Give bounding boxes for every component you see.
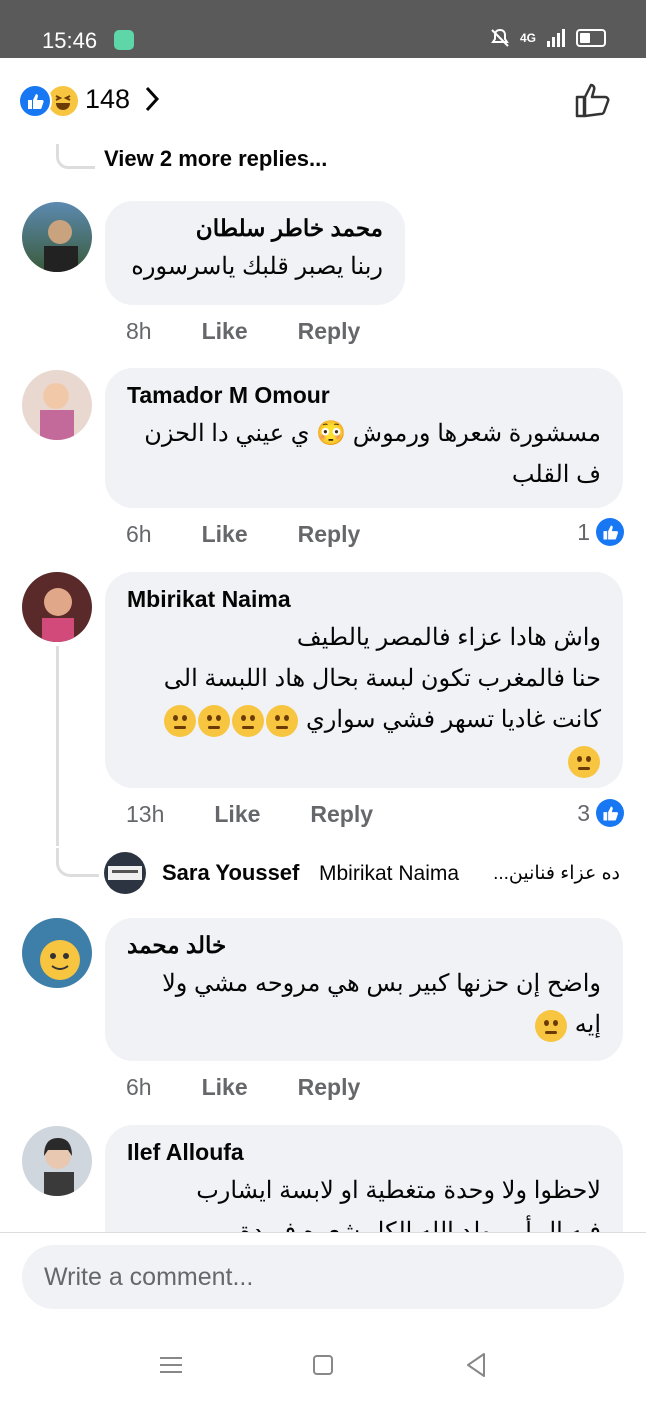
- comment-text: كانت غاديا تسهر فشي سواري: [305, 706, 601, 733]
- thinking-emoji-icon: [198, 704, 231, 737]
- comment-author[interactable]: Tamador M Omour: [127, 382, 601, 409]
- like-link[interactable]: Like: [214, 801, 260, 828]
- comment-author[interactable]: خالد محمد: [127, 932, 601, 959]
- like-icon: [18, 84, 52, 118]
- thread-connector: [56, 848, 99, 877]
- comment-time: 6h: [126, 521, 152, 547]
- system-navigation-bar: [0, 1330, 646, 1400]
- comment-text-with-emoji: كانت غاديا تسهر فشي سواري: [127, 699, 601, 740]
- like-link[interactable]: Like: [202, 1074, 248, 1101]
- comment-bubble[interactable]: خالد محمد واضح إن حزنها كبير بس هي مروحه…: [105, 918, 623, 1061]
- avatar[interactable]: [22, 1126, 92, 1196]
- back-icon[interactable]: [462, 1350, 492, 1380]
- thinking-emoji-icon: [266, 704, 299, 737]
- thinking-emoji-icon: [535, 1009, 568, 1042]
- battery-icon: [576, 29, 606, 47]
- reactions-bar[interactable]: 148: [0, 58, 646, 142]
- mute-icon: [491, 28, 509, 47]
- thinking-emoji-icon: [164, 704, 197, 737]
- comment-text: واضح إن حزنها كبير بس هي مروحه مشي ولا: [162, 970, 601, 997]
- like-link[interactable]: Like: [202, 318, 248, 345]
- avatar[interactable]: [22, 370, 92, 440]
- comment-actions: 6h Like Reply: [126, 521, 360, 548]
- avatar[interactable]: [22, 572, 92, 642]
- reply-author[interactable]: Sara Youssef: [162, 860, 299, 886]
- comment-text: ربنا يصبر قلبك ياسرسوره: [131, 253, 383, 280]
- comment-text: مسشورة شعرها ورموش 😳 ي عيني دا الحزن: [144, 420, 601, 447]
- comment-text-with-emoji: إيه: [127, 1004, 601, 1045]
- reply-text: ده عزاء فنانين...: [493, 863, 620, 884]
- menu-icon[interactable]: [156, 1350, 186, 1380]
- avatar[interactable]: [22, 202, 92, 272]
- reply-link[interactable]: Reply: [298, 1074, 361, 1101]
- comment-text: واش هادا عزاء فالمصر يالطيف: [296, 624, 601, 651]
- status-icons: 4G: [490, 28, 606, 48]
- view-more-replies-link[interactable]: View 2 more replies...: [104, 146, 327, 172]
- comment-input[interactable]: [22, 1245, 624, 1309]
- reply-link[interactable]: Reply: [310, 801, 373, 828]
- home-icon[interactable]: [308, 1350, 338, 1380]
- comment-text: حنا فالمغرب تكون لبسة بحال هاد اللبسة ال…: [163, 665, 601, 692]
- thread-line: [56, 646, 59, 846]
- avatar[interactable]: [104, 852, 146, 894]
- comment-actions: 6h Like Reply: [126, 1074, 360, 1101]
- like-button-icon[interactable]: [574, 80, 614, 120]
- comment-like-count[interactable]: 1: [577, 518, 624, 546]
- comment-actions: 8h Like Reply: [126, 318, 360, 345]
- comment-author[interactable]: Ilef Alloufa: [127, 1139, 601, 1166]
- like-icon: [596, 799, 624, 827]
- avatar[interactable]: [22, 918, 92, 988]
- comment-time: 8h: [126, 318, 152, 344]
- comment-time: 13h: [126, 801, 165, 827]
- like-icon: [596, 518, 624, 546]
- comment-actions: 13h Like Reply: [126, 801, 373, 828]
- comment-author[interactable]: محمد خاطر سلطان: [127, 215, 383, 242]
- reply-link[interactable]: Reply: [298, 318, 361, 345]
- like-count-number: 3: [577, 799, 590, 826]
- nested-reply[interactable]: Sara Youssef Mbirikat Naima ده عزاء فنان…: [104, 852, 634, 896]
- comment-like-count[interactable]: 3: [577, 799, 624, 827]
- comment-bubble[interactable]: Tamador M Omour مسشورة شعرها ورموش 😳 ي ع…: [105, 368, 623, 508]
- status-time: 15:46: [42, 28, 98, 53]
- signal-icon: [547, 29, 565, 47]
- comment-bubble[interactable]: محمد خاطر سلطان ربنا يصبر قلبك ياسرسوره: [105, 201, 405, 305]
- thinking-emoji-icon: [568, 745, 600, 778]
- comment-emoji-line: [127, 740, 601, 781]
- like-count-number: 1: [577, 518, 590, 545]
- comment-text: إيه: [574, 1011, 601, 1038]
- comment-text: ف القلب: [511, 461, 601, 488]
- comment-bubble[interactable]: Mbirikat Naima واش هادا عزاء فالمصر يالط…: [105, 572, 623, 788]
- comment-time: 6h: [126, 1074, 152, 1100]
- reaction-count[interactable]: 148: [85, 84, 130, 115]
- network-type: 4G: [519, 31, 536, 45]
- comment-author[interactable]: Mbirikat Naima: [127, 586, 601, 613]
- reply-link[interactable]: Reply: [298, 521, 361, 548]
- thread-connector: [56, 144, 95, 169]
- like-link[interactable]: Like: [202, 521, 248, 548]
- thinking-emoji-icon: [232, 704, 265, 737]
- app-notification-icon: [114, 30, 134, 50]
- comment-text: لاحظوا ولا وحدة متغطية او لابسة ايشارب: [196, 1177, 601, 1204]
- chevron-right-icon[interactable]: [142, 84, 162, 114]
- status-bar: 15:46 4G: [0, 0, 646, 58]
- reply-mention[interactable]: Mbirikat Naima: [319, 862, 459, 886]
